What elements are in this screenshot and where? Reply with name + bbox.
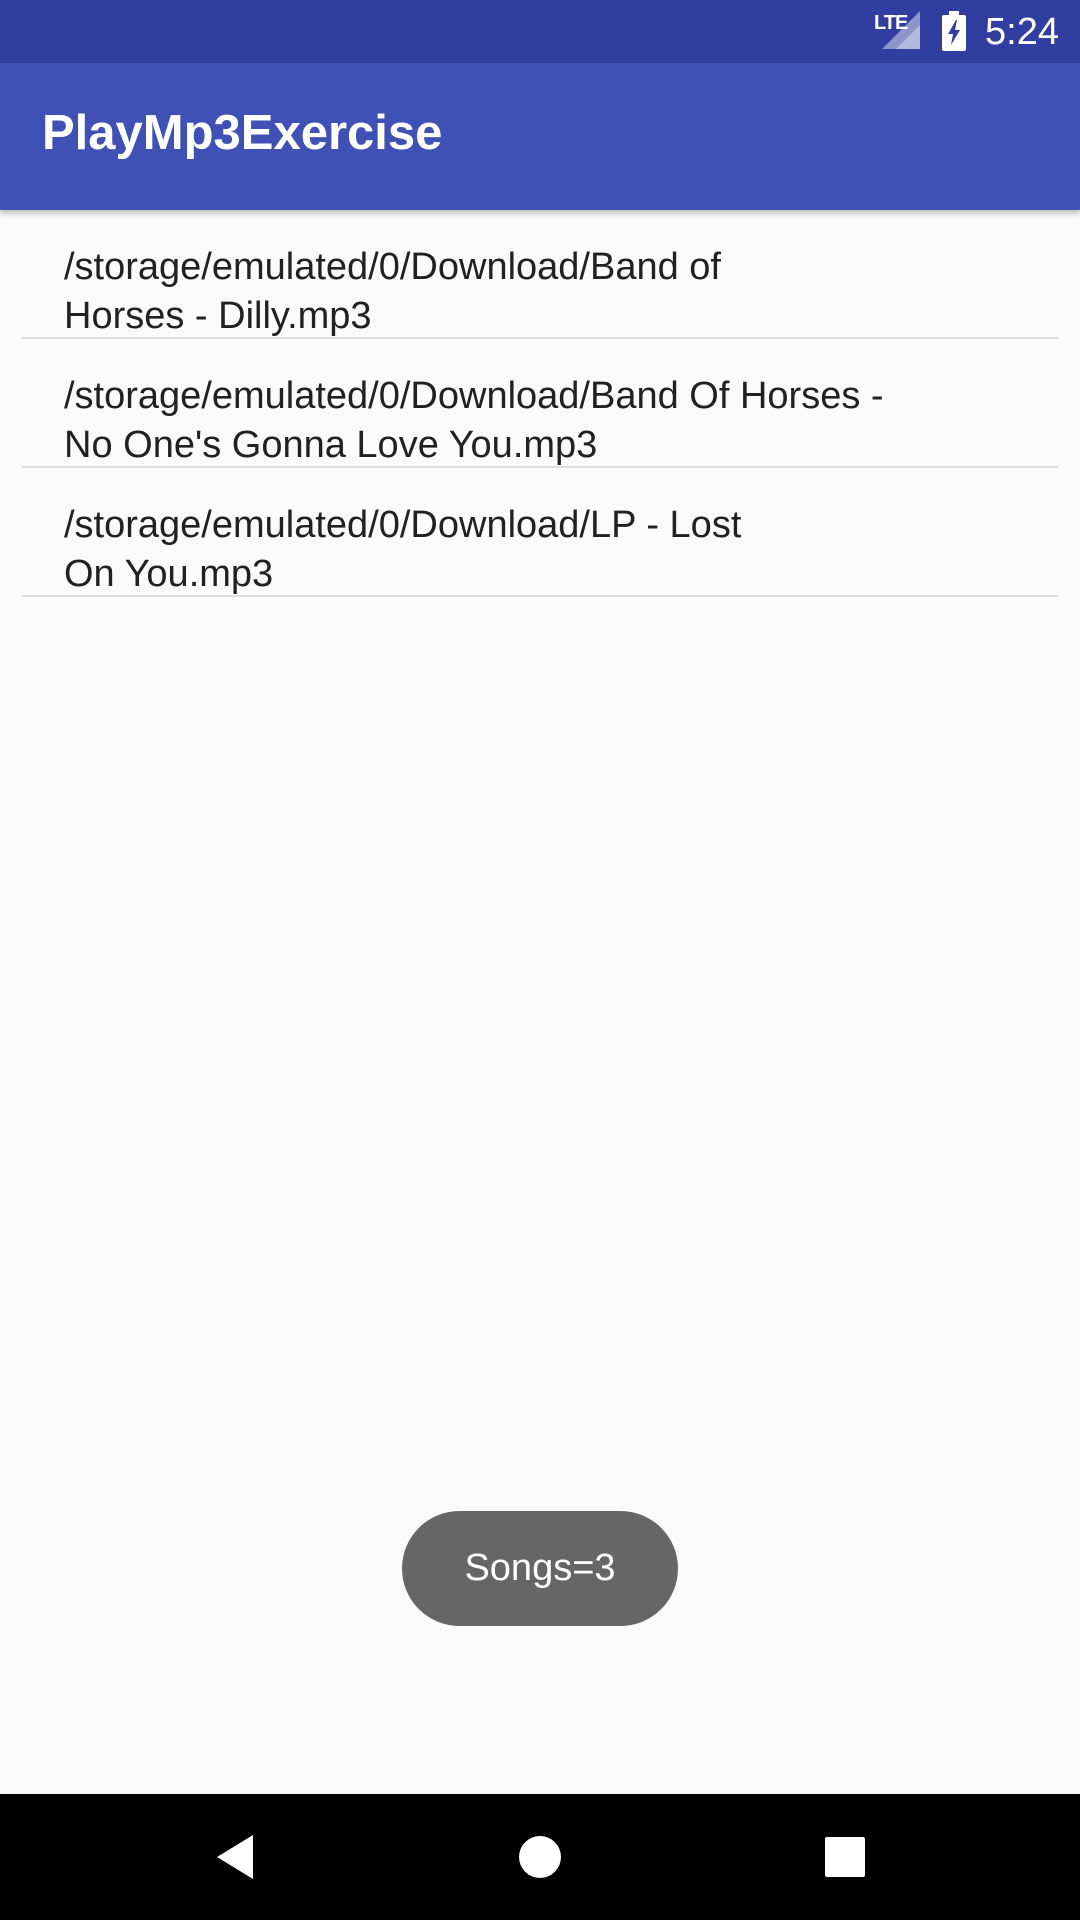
song-path: /storage/emulated/0/Download/Band Of Hor… bbox=[64, 375, 884, 466]
signal-icon bbox=[882, 11, 920, 49]
clock: 5:24 bbox=[985, 11, 1059, 53]
home-button[interactable] bbox=[477, 1794, 603, 1920]
status-bar: LTE 5:24 bbox=[0, 0, 1080, 63]
song-list: /storage/emulated/0/Download/Band of Hor… bbox=[0, 210, 1080, 597]
song-path: /storage/emulated/0/Download/Band of Hor… bbox=[64, 246, 721, 337]
recents-button[interactable] bbox=[782, 1794, 908, 1920]
navigation-bar bbox=[0, 1794, 1080, 1920]
song-list-item[interactable]: /storage/emulated/0/Download/Band Of Hor… bbox=[22, 339, 1058, 468]
app-bar: PlayMp3Exercise bbox=[0, 63, 1080, 210]
song-list-item[interactable]: /storage/emulated/0/Download/Band of Hor… bbox=[22, 210, 1058, 339]
battery-charging-icon bbox=[942, 11, 966, 51]
recents-icon bbox=[825, 1837, 865, 1877]
back-button[interactable] bbox=[172, 1794, 298, 1920]
home-icon bbox=[519, 1836, 561, 1878]
song-list-item[interactable]: /storage/emulated/0/Download/LP - Lost O… bbox=[22, 468, 1058, 597]
toast-message: Songs=3 bbox=[402, 1511, 678, 1626]
app-title: PlayMp3Exercise bbox=[42, 106, 443, 160]
song-path: /storage/emulated/0/Download/LP - Lost O… bbox=[64, 504, 742, 595]
back-icon bbox=[217, 1835, 253, 1879]
